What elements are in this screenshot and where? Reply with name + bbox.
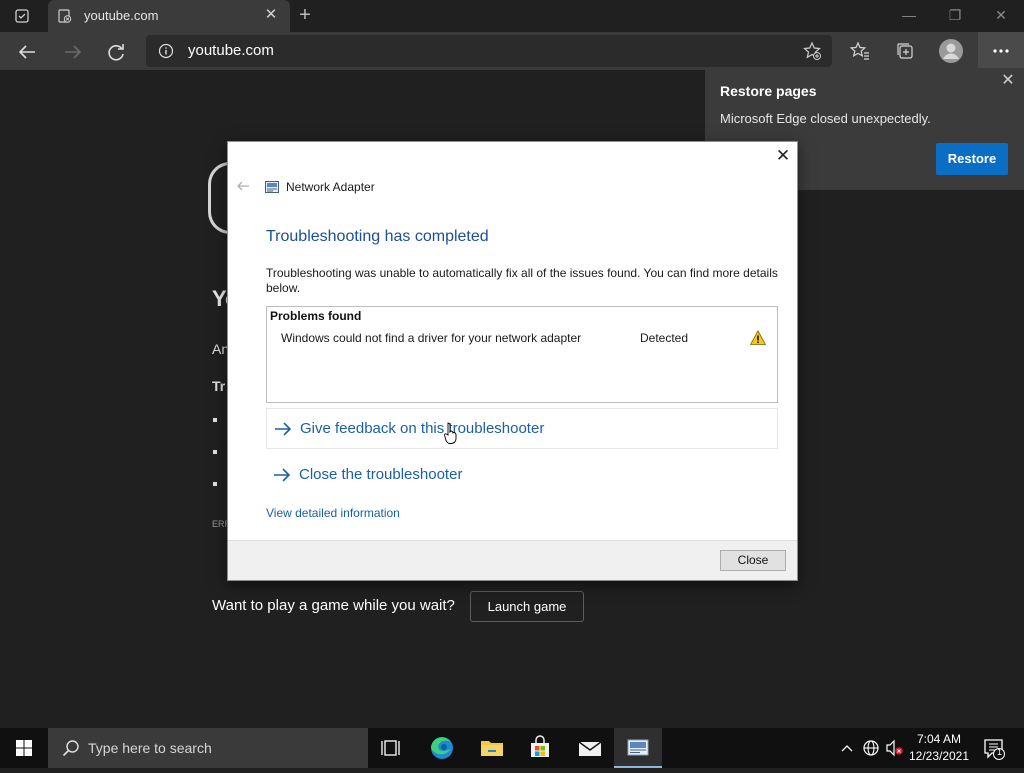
close-troubleshooter-text: Close the troubleshooter xyxy=(299,466,463,483)
clock-time[interactable]: 7:04 AM xyxy=(905,732,973,746)
tab-title: youtube.com xyxy=(84,8,159,23)
search-icon xyxy=(62,739,80,757)
problems-header: Problems found xyxy=(270,309,362,323)
taskbar: Type here to search 7:04 AM 12/23/2021 1 xyxy=(0,728,1024,768)
add-favorite-icon[interactable] xyxy=(802,41,822,61)
network-globe-icon[interactable] xyxy=(860,728,882,768)
back-icon[interactable] xyxy=(14,38,42,66)
tab-actions-icon[interactable] xyxy=(14,8,30,24)
minimize-icon[interactable]: — xyxy=(886,0,932,32)
tab-close-icon[interactable]: ✕ xyxy=(262,6,280,24)
view-details-link[interactable]: View detailed information xyxy=(266,506,400,520)
dialog-app-title: Network Adapter xyxy=(286,180,375,194)
bullet xyxy=(213,482,217,486)
new-tab-icon[interactable]: + xyxy=(294,5,316,27)
close-window-icon[interactable]: ✕ xyxy=(978,0,1024,32)
launch-game-button[interactable]: Launch game xyxy=(470,591,584,622)
tab-bar: youtube.com ✕ + — ❐ ✕ xyxy=(0,0,1024,32)
mouse-cursor-icon xyxy=(444,422,458,444)
restore-message: Microsoft Edge closed unexpectedly. xyxy=(720,111,931,126)
notification-center-icon[interactable]: 1 xyxy=(980,728,1010,768)
store-icon[interactable] xyxy=(516,728,564,768)
search-placeholder: Type here to search xyxy=(88,740,212,756)
notification-count: 1 xyxy=(996,747,1002,757)
favorites-icon[interactable] xyxy=(849,40,871,62)
game-prompt: Want to play a game while you wait? xyxy=(212,597,455,614)
give-feedback-link[interactable]: Give feedback on this troubleshooter xyxy=(266,408,778,449)
profile-avatar-icon[interactable] xyxy=(938,38,964,64)
refresh-icon[interactable] xyxy=(102,38,130,66)
file-explorer-icon[interactable] xyxy=(468,728,516,768)
give-feedback-text: Give feedback on this troubleshooter xyxy=(300,420,545,437)
taskbar-search-box[interactable]: Type here to search xyxy=(48,728,368,768)
mail-icon[interactable] xyxy=(566,728,614,768)
problem-text: Windows could not find a driver for your… xyxy=(281,331,582,345)
settings-more-icon[interactable] xyxy=(978,32,1024,70)
close-icon[interactable]: ✕ xyxy=(999,72,1017,90)
network-adapter-icon xyxy=(265,180,279,193)
windows-start-icon[interactable] xyxy=(0,728,48,768)
bullet xyxy=(213,450,217,454)
troubleshooter-dialog: ✕ Network Adapter Troubleshooting has co… xyxy=(227,141,798,581)
site-info-icon[interactable] xyxy=(158,43,174,59)
troubleshooter-taskbar-icon[interactable] xyxy=(614,728,662,768)
clock-date[interactable]: 12/23/2021 xyxy=(905,749,973,763)
restore-window-icon[interactable]: ❐ xyxy=(932,0,978,32)
address-text: youtube.com xyxy=(188,42,274,59)
task-view-icon[interactable] xyxy=(368,728,416,768)
page-error-icon xyxy=(58,9,72,23)
browser-toolbar: youtube.com xyxy=(0,32,1024,70)
arrow-right-icon xyxy=(273,419,293,439)
dialog-footer: Close xyxy=(228,540,797,580)
forward-icon[interactable] xyxy=(58,38,86,66)
problems-panel: Problems found Windows could not find a … xyxy=(266,306,778,403)
volume-muted-icon[interactable] xyxy=(884,728,906,768)
arrow-right-icon xyxy=(272,465,292,485)
show-hidden-icons-icon[interactable] xyxy=(838,728,856,768)
tab-youtube[interactable]: youtube.com ✕ xyxy=(48,0,290,32)
try-heading: Tr xyxy=(212,378,226,394)
address-bar[interactable]: youtube.com xyxy=(146,35,832,67)
close-button[interactable]: Close xyxy=(720,550,786,571)
problem-status: Detected xyxy=(640,331,689,345)
collections-icon[interactable] xyxy=(894,40,916,62)
close-icon[interactable]: ✕ xyxy=(774,147,792,165)
dialog-heading: Troubleshooting has completed xyxy=(266,228,489,245)
close-troubleshooter-link[interactable]: Close the troubleshooter xyxy=(266,455,778,496)
edge-browser-icon[interactable] xyxy=(418,728,466,768)
restore-button[interactable]: Restore xyxy=(936,143,1008,175)
restore-title: Restore pages xyxy=(720,83,817,99)
dialog-description: Troubleshooting was unable to automatica… xyxy=(266,266,778,295)
back-arrow-icon[interactable] xyxy=(236,179,250,193)
bullet xyxy=(213,418,217,422)
warning-icon xyxy=(749,330,767,346)
